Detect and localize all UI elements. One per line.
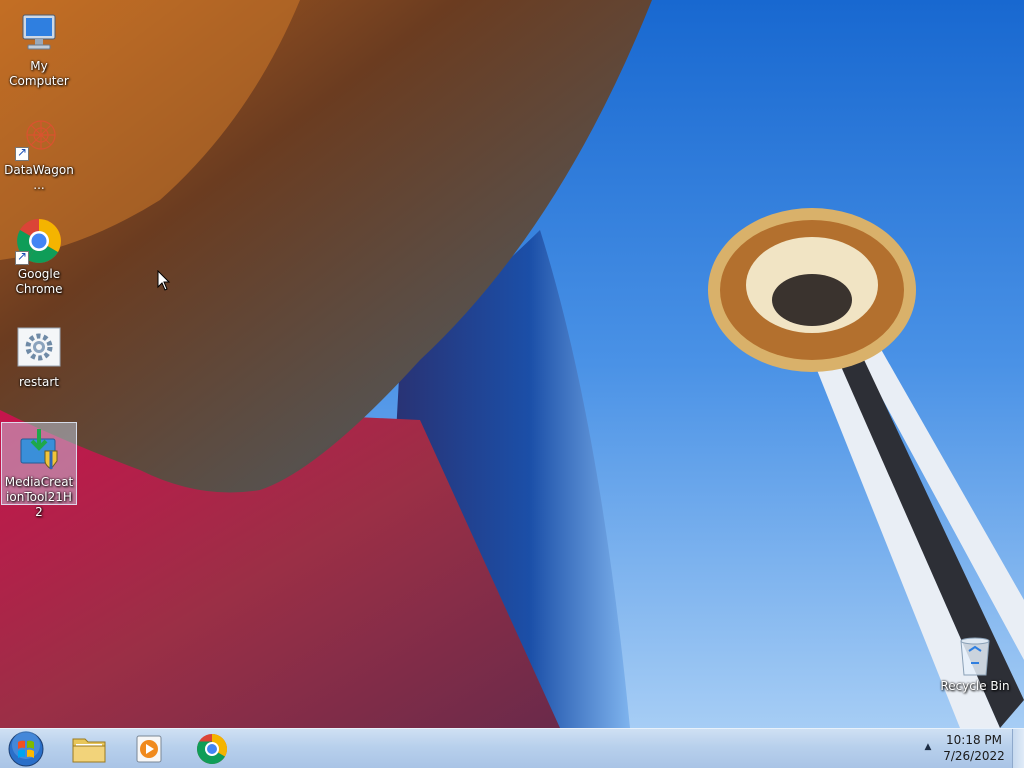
datawagon-icon [15,113,63,161]
desktop-icon-google-chrome[interactable]: Google Chrome [1,214,77,298]
clock-date: 7/26/2022 [943,749,1005,763]
media-player-icon [136,735,162,763]
desktop-icon-label: Google Chrome [15,267,63,296]
desktop-icon-recycle-bin[interactable]: Recycle Bin [937,630,1013,695]
desktop-icon-label: Recycle Bin [940,679,1010,693]
desktop-icon-media-creation-tool[interactable]: MediaCreationTool21H2 [1,422,77,519]
computer-icon [15,9,63,57]
show-desktop-button[interactable] [1012,729,1024,768]
desktop[interactable]: My Computer DataWagon... [0,0,1024,728]
taskbar-pinned-file-explorer[interactable] [63,731,115,767]
chrome-icon [196,734,228,765]
media-creation-tool-icon [15,425,63,473]
shortcut-arrow-icon [15,145,29,161]
shortcut-arrow-icon [15,249,29,265]
settings-gear-icon [15,325,63,373]
desktop-icon-datawagon[interactable]: DataWagon... [1,110,77,194]
recycle-bin-icon [955,633,995,677]
wallpaper [0,0,1024,728]
desktop-icon-label: My Computer [9,59,69,88]
chrome-icon [15,217,63,265]
desktop-icon-label: restart [18,375,59,389]
folder-icon [72,738,106,763]
clock-time: 10:18 PM [946,733,1002,747]
taskbar: ▲ 10:18 PM 7/26/2022 [0,728,1024,768]
start-button[interactable] [6,731,46,767]
mouse-cursor-icon [157,270,171,291]
taskbar-pinned-media-player[interactable] [124,731,176,767]
taskbar-pinned-google-chrome[interactable] [186,731,238,767]
desktop-icon-my-computer[interactable]: My Computer [1,6,77,90]
system-clock[interactable]: 10:18 PM 7/26/2022 [938,732,1010,764]
desktop-icon-label: MediaCreationTool21H2 [4,475,74,519]
show-hidden-icons-button[interactable]: ▲ [920,739,936,755]
windows-start-orb-icon [8,731,44,767]
desktop-icon-label: DataWagon... [4,163,74,192]
desktop-icon-restart[interactable]: restart [1,322,77,391]
